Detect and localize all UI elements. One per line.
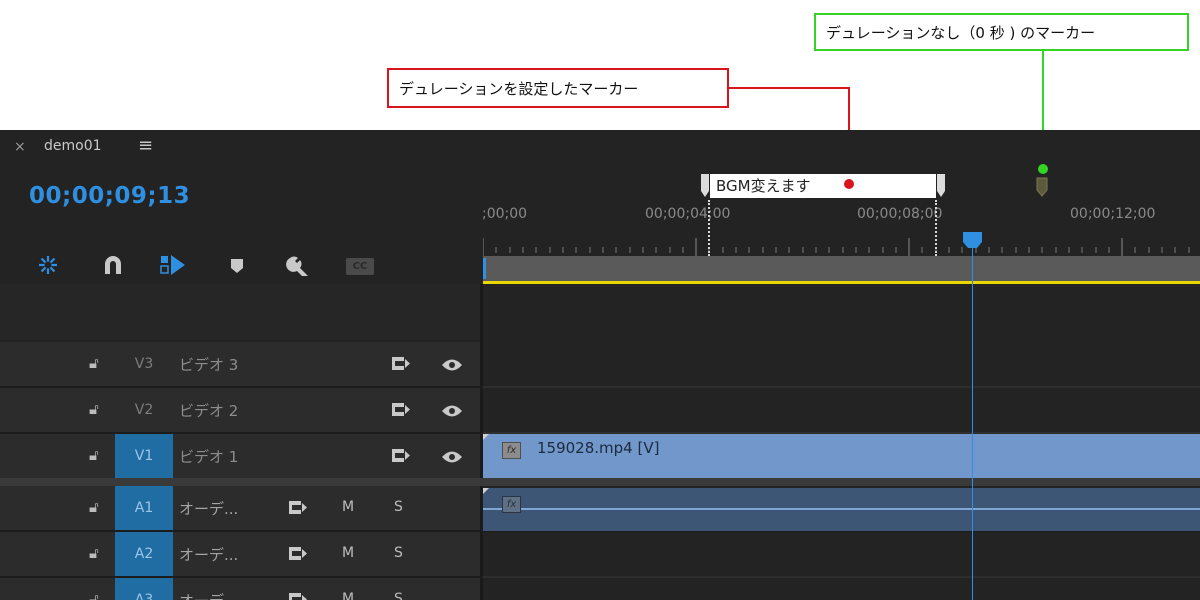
clip-corner-marker: [483, 434, 489, 440]
track-header-bg: [0, 486, 480, 530]
wrench-icon[interactable]: [286, 254, 310, 276]
zero-duration-marker-callout-text: デュレーションなし（0 秒 ) のマーカー: [826, 23, 1096, 42]
close-tab-icon[interactable]: ×: [14, 139, 26, 155]
track-header-v2: 🔓︎ V2 ビデオ 2: [0, 388, 480, 432]
video-clip-name: 159028.mp4 [V]: [537, 439, 660, 457]
track-header-bg: [0, 532, 480, 576]
track-header-a3: 🔓︎ A3 オーデ... M S: [0, 578, 480, 600]
track-target-v1[interactable]: V1: [115, 434, 173, 478]
mute-button[interactable]: M: [342, 591, 354, 600]
lock-icon[interactable]: 🔓︎: [89, 446, 99, 464]
green-leader-dot: [1038, 164, 1048, 174]
sync-lock-icon[interactable]: [288, 546, 308, 562]
fx-badge-icon[interactable]: fx: [502, 496, 521, 513]
sync-lock-icon[interactable]: [288, 592, 308, 600]
ruler-label: 00;00;04;00: [645, 206, 731, 222]
track-target-a3[interactable]: A3: [115, 578, 173, 600]
work-area-bar[interactable]: [483, 256, 1200, 281]
magnet-icon[interactable]: [102, 254, 124, 276]
ruler-label: 00;00;12;00: [1070, 206, 1156, 222]
time-ruler[interactable]: [483, 234, 1200, 256]
lock-icon[interactable]: 🔓︎: [89, 400, 99, 418]
eye-icon[interactable]: [441, 404, 463, 418]
track-label-a1: オーデ...: [179, 500, 239, 518]
red-leader-dot: [844, 179, 854, 189]
marker-in-guide: [708, 200, 710, 256]
mute-button[interactable]: M: [342, 545, 354, 561]
solo-button[interactable]: S: [394, 545, 403, 561]
solo-button[interactable]: S: [394, 499, 403, 515]
sync-lock-icon[interactable]: [391, 402, 411, 418]
linked-selection-icon[interactable]: [160, 254, 186, 276]
ruler-label: 00;00;08;00: [857, 206, 943, 222]
playhead-timecode[interactable]: 00;00;09;13: [29, 183, 190, 209]
mute-button[interactable]: M: [342, 499, 354, 515]
track-label-v1: ビデオ 1: [179, 448, 239, 466]
track-label-v2: ビデオ 2: [179, 402, 239, 420]
playhead-handle[interactable]: [962, 231, 983, 249]
zero-duration-marker-callout: デュレーションなし（0 秒 ) のマーカー: [814, 13, 1189, 51]
track-label-a2: オーデ...: [179, 546, 239, 564]
fx-badge-icon[interactable]: fx: [502, 442, 521, 459]
sync-lock-icon[interactable]: [391, 356, 411, 372]
duration-marker-callout: デュレーションを設定したマーカー: [387, 68, 729, 108]
lock-icon[interactable]: 🔓︎: [89, 544, 99, 562]
track-header-v3: 🔓︎ V3 ビデオ 3: [0, 342, 480, 386]
track-header-a2: 🔓︎ A2 オーデ... M S: [0, 532, 480, 576]
sequence-tab-title[interactable]: demo01: [44, 138, 102, 154]
solo-button[interactable]: S: [394, 591, 403, 600]
track-header-spacer: [0, 284, 480, 340]
work-area-line: [483, 281, 1200, 284]
lock-icon[interactable]: 🔓︎: [89, 354, 99, 372]
track-target-v3[interactable]: V3: [115, 342, 173, 386]
ruler-label: ;00;00: [482, 206, 528, 222]
duration-marker-callout-text: デュレーションを設定したマーカー: [399, 79, 639, 98]
track-label-v3: ビデオ 3: [179, 356, 239, 374]
timeline-panel: × demo01 ≡ 00;00;09;13 CC ;00;00 00;00;0…: [0, 130, 1200, 600]
zero-duration-marker-icon[interactable]: [1036, 177, 1048, 197]
red-leader-horizontal: [729, 87, 850, 89]
snap-icon[interactable]: [37, 254, 59, 276]
lane-separator: [483, 386, 1200, 388]
sync-lock-icon[interactable]: [288, 500, 308, 516]
lane-separator: [483, 576, 1200, 578]
track-target-a2[interactable]: A2: [115, 532, 173, 576]
work-area-start-handle[interactable]: [483, 258, 486, 279]
sync-lock-icon[interactable]: [391, 448, 411, 464]
eye-icon[interactable]: [441, 358, 463, 372]
track-label-a3: オーデ...: [179, 590, 238, 600]
audio-volume-line[interactable]: [483, 508, 1200, 510]
clip-corner-marker: [483, 488, 489, 494]
track-target-a1[interactable]: A1: [115, 486, 173, 530]
eye-icon[interactable]: [441, 450, 463, 464]
lock-icon[interactable]: 🔓︎: [89, 498, 99, 516]
marker-out-guide: [935, 200, 937, 256]
lock-icon[interactable]: 🔓︎: [89, 590, 99, 600]
captions-icon[interactable]: CC: [346, 258, 374, 275]
playhead-line: [972, 248, 973, 600]
video-audio-divider[interactable]: [0, 478, 1200, 486]
track-header-v1: 🔓︎ V1 ビデオ 1: [0, 434, 480, 478]
track-target-v2[interactable]: V2: [115, 388, 173, 432]
duration-marker-label[interactable]: BGM変えます: [710, 174, 936, 198]
track-header-a1: 🔓︎ A1 オーデ... M S: [0, 486, 480, 530]
panel-menu-icon[interactable]: ≡: [138, 135, 153, 156]
track-header-bg: [0, 578, 480, 600]
add-marker-icon[interactable]: [229, 254, 245, 276]
